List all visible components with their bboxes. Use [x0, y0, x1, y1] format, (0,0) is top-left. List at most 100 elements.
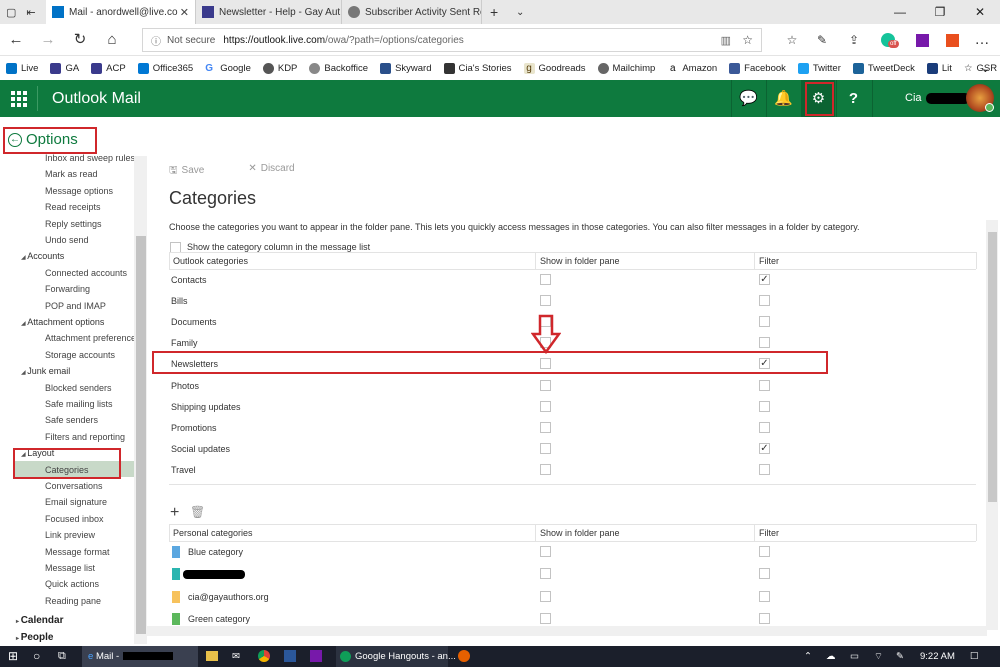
show-in-folder-pane-checkbox[interactable]	[540, 274, 551, 285]
sidebar-item-message-options[interactable]: Message options	[45, 186, 113, 196]
add-category-icon[interactable]: +	[170, 504, 179, 522]
sidebar-item-mark-as-read[interactable]: Mark as read	[45, 169, 98, 179]
task-view-icon[interactable]: ⧉	[58, 646, 66, 667]
skype-chat-icon[interactable]: 💬	[731, 80, 765, 117]
user-name[interactable]: Cia	[905, 80, 970, 117]
app-launcher-icon[interactable]	[0, 80, 37, 117]
favorites-hub-icon[interactable]: ☆	[780, 28, 804, 52]
filter-checkbox[interactable]	[759, 421, 770, 433]
onedrive-icon[interactable]: ☁	[826, 646, 836, 667]
sidebar-item-message-format[interactable]: Message format	[45, 547, 110, 557]
fav-goodreads[interactable]: g Goodreads	[523, 62, 586, 74]
sidebar-item-focused-inbox[interactable]: Focused inbox	[45, 514, 104, 524]
sidebar-item-safe-senders[interactable]: Safe senders	[45, 415, 98, 425]
grammarly-icon[interactable]: off	[876, 28, 900, 52]
filter-checkbox[interactable]	[759, 463, 770, 475]
sidebar-item-blocked-senders[interactable]: Blocked senders	[45, 383, 112, 393]
horizontal-scrollbar[interactable]	[147, 626, 987, 636]
fav-twitter[interactable]: Twitter	[797, 62, 841, 74]
sidebar-item-inbox-and-sweep-rules[interactable]: Inbox and sweep rules	[45, 153, 135, 163]
filter-checkbox[interactable]	[759, 612, 770, 624]
show-in-folder-pane-checkbox[interactable]	[540, 400, 551, 412]
chrome-icon[interactable]	[258, 646, 270, 667]
filter-checkbox[interactable]	[759, 316, 770, 328]
show-in-folder-pane-checkbox[interactable]	[540, 590, 551, 602]
close-window-icon[interactable]: ✕	[960, 0, 1000, 24]
filter-checkbox[interactable]	[759, 400, 770, 412]
tab-mail[interactable]: Mail - anordwell@live.co ✕	[46, 0, 196, 24]
fav-ga[interactable]: GA	[50, 62, 79, 74]
sidebar-item-read-receipts[interactable]: Read receipts	[45, 202, 101, 212]
sidebar-item-message-list[interactable]: Message list	[45, 563, 95, 573]
sidebar-scroll-thumb[interactable]	[136, 236, 146, 634]
maximize-icon[interactable]: ❐	[920, 0, 960, 24]
save-button[interactable]: 🖫 Save	[169, 163, 226, 180]
fav-office365[interactable]: Office365	[137, 62, 193, 74]
sidebar-item-people[interactable]: ▸ People	[16, 632, 53, 643]
filter-checkbox[interactable]	[759, 295, 770, 307]
taskbar-clock[interactable]: 9:22 AM	[920, 646, 955, 667]
fav-tweetdeck[interactable]: TweetDeck	[852, 62, 915, 74]
pen-workspace-icon[interactable]: ✎	[896, 646, 904, 667]
fav-kdp[interactable]: KDP	[262, 62, 297, 74]
show-in-folder-pane-checkbox[interactable]	[540, 379, 551, 391]
show-in-folder-pane-checkbox[interactable]	[540, 463, 551, 475]
chevron-down-icon[interactable]: ⌄	[981, 62, 990, 75]
info-icon[interactable]: ⓘ	[151, 33, 161, 48]
onenote-taskbar-icon[interactable]	[310, 646, 322, 667]
onenote-icon[interactable]	[910, 28, 934, 52]
filter-checkbox[interactable]	[759, 568, 770, 580]
filter-checkbox[interactable]	[759, 590, 770, 602]
sidebar-item-conversations[interactable]: Conversations	[45, 481, 103, 491]
show-in-folder-pane-checkbox[interactable]	[540, 295, 551, 307]
fav-mailchimp[interactable]: Mailchimp	[597, 62, 655, 74]
sidebar-item-link-preview[interactable]: Link preview	[45, 530, 95, 540]
discard-button[interactable]: ✕ Discard	[248, 163, 316, 180]
show-in-folder-pane-checkbox[interactable]	[540, 546, 551, 557]
windows-start-icon[interactable]: ⊞	[8, 646, 18, 667]
options-back-button[interactable]: ← Options	[8, 131, 78, 148]
show-in-folder-pane-checkbox[interactable]	[540, 568, 551, 580]
show-in-folder-pane-checkbox[interactable]	[540, 442, 551, 454]
word-icon[interactable]	[284, 646, 296, 667]
filter-checkbox[interactable]	[759, 337, 770, 349]
home-icon[interactable]: ⌂	[100, 28, 124, 52]
wifi-icon[interactable]: ⌔	[874, 646, 883, 667]
category-color-swatch[interactable]	[172, 546, 180, 558]
forward-icon[interactable]: →	[36, 28, 60, 52]
sidebar-item-reply-settings[interactable]: Reply settings	[45, 219, 102, 229]
fav-backoffice[interactable]: Backoffice	[309, 62, 368, 74]
office-icon[interactable]	[940, 28, 964, 52]
filter-checkbox[interactable]	[759, 379, 770, 391]
fav-acp[interactable]: ACP	[91, 62, 126, 74]
notifications-bell-icon[interactable]: 🔔	[766, 80, 800, 117]
more-icon[interactable]: …	[970, 28, 994, 52]
search-icon[interactable]: ○	[33, 646, 40, 667]
mail-app-icon[interactable]: ✉	[232, 646, 240, 667]
battery-icon[interactable]: ▭	[850, 646, 859, 667]
sidebar-item-junk-email[interactable]: ◢ Junk email	[21, 366, 70, 376]
file-explorer-icon[interactable]	[206, 646, 218, 667]
sidebar-item-reading-pane[interactable]: Reading pane	[45, 596, 101, 606]
back-icon[interactable]: ←	[4, 28, 28, 52]
filter-checkbox[interactable]: ✓	[759, 274, 770, 285]
fav-cias-stories[interactable]: Cia's Stories	[443, 62, 512, 74]
back-arrow-icon[interactable]: ←	[8, 132, 22, 147]
sidebar-item-quick-actions[interactable]: Quick actions	[45, 579, 99, 589]
sidebar-item-calendar[interactable]: ▸ Calendar	[16, 615, 63, 626]
show-in-folder-pane-checkbox[interactable]	[540, 612, 551, 624]
sidebar-item-accounts[interactable]: ◢ Accounts	[21, 251, 64, 261]
app-title[interactable]: Outlook Mail	[52, 80, 141, 117]
fav-live[interactable]: Live	[6, 62, 38, 74]
main-scroll-thumb[interactable]	[988, 232, 997, 502]
category-color-swatch[interactable]	[172, 612, 180, 625]
sidebar-item-pop-and-imap[interactable]: POP and IMAP	[45, 301, 106, 311]
taskbar-hangouts[interactable]: Google Hangouts - an...	[336, 646, 456, 667]
favorite-star-icon[interactable]: ☆	[742, 33, 753, 47]
tabs-icon[interactable]: ▢	[6, 6, 16, 19]
set-aside-tabs-icon[interactable]: ⇤	[26, 6, 35, 19]
fav-facebook[interactable]: Facebook	[729, 62, 786, 74]
new-tab-button[interactable]: +	[484, 0, 506, 24]
share-icon[interactable]: ⇪	[842, 28, 866, 52]
sidebar-item-forwarding[interactable]: Forwarding	[45, 284, 90, 294]
